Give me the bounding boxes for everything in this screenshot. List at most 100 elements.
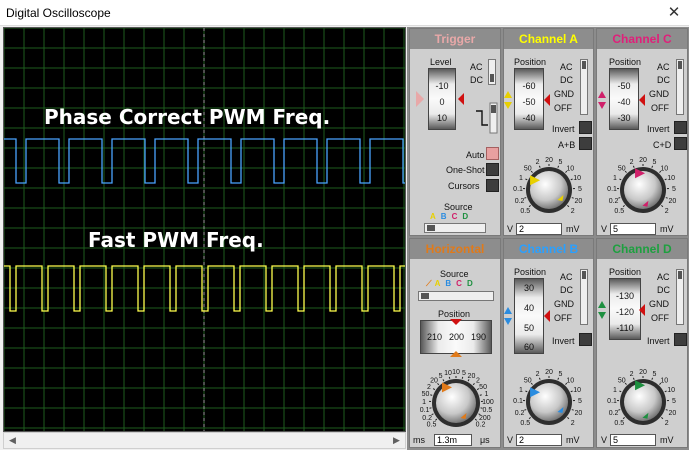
dial-tick bbox=[538, 377, 541, 380]
trigger-auto-button[interactable] bbox=[486, 147, 499, 160]
dial-tick bbox=[474, 418, 478, 421]
channel-a-volts-readout[interactable]: 2 bbox=[516, 223, 562, 235]
dial-tick bbox=[665, 197, 668, 199]
trigger-level-arrows-icon bbox=[416, 91, 464, 107]
dial-tick-label: 10 bbox=[660, 165, 668, 172]
dial-tick-label: 0.1 bbox=[607, 398, 617, 405]
dial-tick-label: 0.5 bbox=[483, 407, 493, 414]
channel-a-dc-label: DC bbox=[560, 75, 573, 85]
dial-tick bbox=[619, 178, 622, 181]
channel-d-gnd-label: GND bbox=[649, 299, 669, 309]
dial-tick bbox=[524, 409, 527, 411]
channel-b-panel: Channel B Position 30 40 50 60 AC DC GND… bbox=[503, 238, 594, 448]
channel-d-ac-label: AC bbox=[657, 272, 670, 282]
horizontal-unit-us: μs bbox=[480, 435, 490, 445]
channel-a-volts-div-knob[interactable]: 0.5 0.2 0.1 1 50 2 20 5 10 10 5 20 2 bbox=[507, 151, 591, 221]
channel-b-coupling-switch[interactable] bbox=[580, 269, 588, 325]
knob-dial-icon: 0.50.20.11502205 10 10 5 2025011000.52000.2 bbox=[420, 369, 494, 429]
dial-tick-label: 100 bbox=[482, 399, 494, 406]
dial-tick-label: 2 bbox=[571, 420, 575, 427]
dial-tick-label: 0.2 bbox=[609, 410, 619, 417]
source-c-label: C bbox=[456, 279, 462, 288]
trace-label-phase-correct: Phase Correct PWM Freq. bbox=[44, 105, 331, 129]
dial-tick bbox=[622, 205, 625, 208]
channel-d-title: Channel D bbox=[597, 239, 687, 259]
dial-tick bbox=[661, 205, 664, 208]
channel-c-dc-label: DC bbox=[657, 75, 670, 85]
knob-cap bbox=[624, 383, 662, 421]
horizontal-source-slider[interactable] bbox=[418, 291, 494, 301]
source-b-label: B bbox=[440, 212, 447, 221]
channel-b-invert-button[interactable] bbox=[579, 333, 592, 346]
dial-tick bbox=[567, 417, 570, 420]
scroll-right-icon[interactable]: ▶ bbox=[388, 433, 405, 448]
channel-d-volts-readout[interactable]: 5 bbox=[610, 434, 656, 446]
knob-cap bbox=[530, 171, 568, 209]
channel-b-volts-div-knob[interactable]: 0.5 0.2 0.1 1 50 2 20 5 10 10 5 20 2 bbox=[507, 363, 591, 433]
channel-a-coupling-switch[interactable] bbox=[580, 59, 588, 115]
trigger-coupling-switch[interactable] bbox=[488, 59, 496, 85]
channel-d-position-arrows-icon bbox=[598, 301, 645, 319]
channel-d-dc-label: DC bbox=[657, 285, 670, 295]
channel-a-invert-button[interactable] bbox=[579, 121, 592, 134]
dial-tick-label: 5 bbox=[439, 373, 443, 380]
trigger-cursors-label: Cursors bbox=[448, 181, 480, 191]
dial-tick bbox=[632, 377, 635, 380]
dial-tick bbox=[472, 383, 475, 386]
channel-a-invert-label: Invert bbox=[552, 124, 575, 134]
dial-tick-label: 2 bbox=[665, 208, 669, 215]
control-panels: Trigger Level -10 0 10 AC DC Auto One-Sh… bbox=[407, 27, 689, 450]
channel-a-off-label: OFF bbox=[554, 103, 572, 113]
dial-tick bbox=[665, 409, 668, 411]
channel-d-invert-button[interactable] bbox=[674, 333, 687, 346]
dial-tick-label: 0.2 bbox=[422, 415, 432, 422]
trigger-source-slider[interactable] bbox=[424, 223, 486, 233]
dial-tick-label: 0.1 bbox=[607, 186, 617, 193]
channel-c-title: Channel C bbox=[597, 29, 687, 49]
edge-select-icon[interactable] bbox=[474, 101, 498, 135]
dial-tick-label: 20 bbox=[575, 410, 583, 417]
channel-c-sum-label: C+D bbox=[653, 140, 672, 150]
dial-tick-label: 20 bbox=[545, 369, 553, 376]
channel-c-coupling-switch[interactable] bbox=[676, 59, 684, 115]
dial-tick-label: 0.1 bbox=[420, 407, 430, 414]
dial-tick bbox=[618, 409, 621, 411]
channel-d-coupling-switch[interactable] bbox=[676, 269, 684, 325]
close-icon[interactable]: ✕ bbox=[659, 0, 689, 25]
dial-tick-label: 1 bbox=[485, 391, 489, 398]
channel-c-sum-button[interactable] bbox=[674, 137, 687, 150]
dial-tick-label: 5 bbox=[652, 371, 656, 378]
dial-tick-label: 50 bbox=[479, 384, 487, 391]
trigger-cursors-button[interactable] bbox=[486, 179, 499, 192]
horizontal-time-div-knob[interactable]: 0.5 0.2 0.1 1 50 2 20 5 10 10 5 20 2 50 1 100 0.5 200 0.2 bbox=[412, 363, 500, 435]
channel-d-volts-div-knob[interactable]: 0.5 0.2 0.1 1 50 2 20 5 10 10 5 20 2 bbox=[601, 363, 685, 433]
scroll-left-icon[interactable]: ◀ bbox=[4, 433, 21, 448]
channel-a-sum-button[interactable] bbox=[579, 137, 592, 150]
trigger-oneshot-button[interactable] bbox=[486, 163, 499, 176]
channel-c-position-arrows-icon bbox=[598, 91, 645, 109]
channel-c-volts-readout[interactable]: 5 bbox=[610, 223, 656, 235]
channel-c-invert-button[interactable] bbox=[674, 121, 687, 134]
dial-tick-label: 2 bbox=[536, 159, 540, 166]
horizontal-panel: Horizontal Source ⟋ A B C D Position 210 200… bbox=[409, 238, 501, 448]
channel-c-volts-div-knob[interactable]: 0.5 0.2 0.1 1 50 2 20 5 10 10 5 20 2 bbox=[601, 151, 685, 221]
channel-d-unit-mv: mV bbox=[660, 435, 674, 445]
channel-b-unit-v: V bbox=[507, 435, 514, 445]
horizontal-time-readout[interactable]: 1.3m bbox=[434, 434, 472, 446]
window-title: Digital Oscilloscope bbox=[6, 6, 111, 20]
dial-tick-label: 5 bbox=[672, 186, 676, 193]
horizontal-scrollbar[interactable]: ◀ ▶ bbox=[3, 432, 406, 449]
trigger-level-value: 10 bbox=[436, 113, 447, 123]
channel-c-gnd-label: GND bbox=[649, 89, 669, 99]
dial-tick bbox=[525, 178, 528, 181]
channel-d-position-label: Position bbox=[609, 267, 642, 277]
horizontal-title: Horizontal bbox=[410, 239, 500, 259]
channel-c-invert-label: Invert bbox=[647, 124, 670, 134]
dial-tick bbox=[619, 390, 622, 393]
channel-b-gnd-label: GND bbox=[554, 299, 574, 309]
channel-d-invert-label: Invert bbox=[647, 336, 670, 346]
source-d-label: D bbox=[462, 212, 469, 221]
dial-tick-label: 20 bbox=[669, 410, 677, 417]
dial-tick-label: 10 bbox=[444, 370, 452, 377]
channel-b-volts-readout[interactable]: 2 bbox=[516, 434, 562, 446]
